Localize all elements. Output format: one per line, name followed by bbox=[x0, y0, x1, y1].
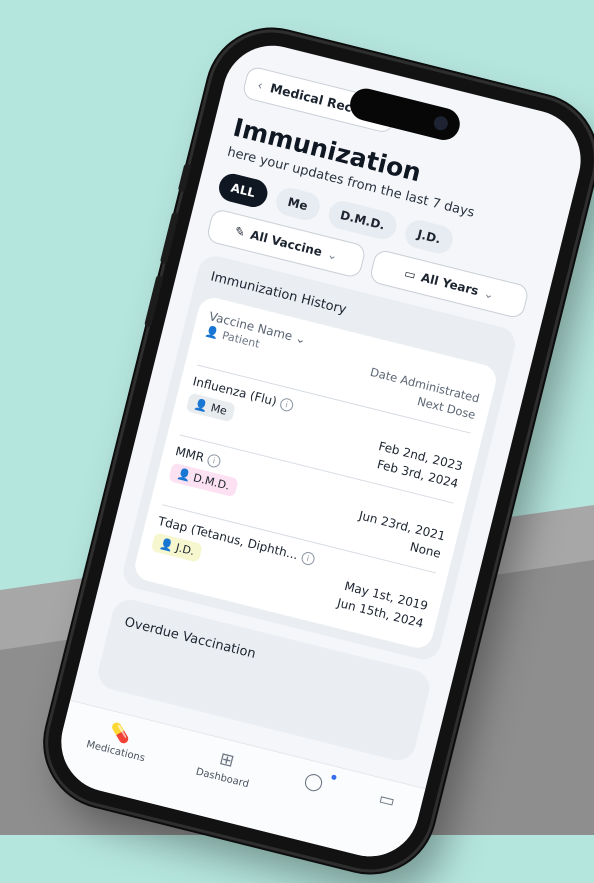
tab-chat[interactable]: ◯ bbox=[301, 770, 337, 798]
tab-medications[interactable]: 💊 Medications bbox=[85, 717, 151, 765]
person-icon: 👤 bbox=[175, 466, 193, 483]
person-icon: 👤 bbox=[193, 396, 210, 413]
tab-more[interactable]: ▭ bbox=[376, 789, 397, 815]
person-icon: 👤 bbox=[204, 324, 221, 341]
camera-icon bbox=[432, 114, 450, 132]
history-table: Vaccine Name ⌄ 👤 Patient Date Administra… bbox=[131, 294, 500, 652]
chip-all[interactable]: ALL bbox=[216, 170, 270, 210]
patient-name: D.M.D. bbox=[192, 470, 231, 493]
year-select-label: All Years bbox=[419, 270, 480, 299]
patient-name: J.D. bbox=[174, 540, 196, 559]
chevron-down-icon: ⌄ bbox=[294, 330, 308, 347]
info-icon[interactable]: i bbox=[206, 452, 222, 469]
tab-dashboard[interactable]: ⊞ Dashboard bbox=[195, 744, 256, 790]
chat-icon: ◯ bbox=[302, 770, 337, 795]
vaccine-name: MMR bbox=[174, 443, 206, 465]
chip-me[interactable]: Me bbox=[272, 185, 323, 223]
chevron-left-icon: ‹ bbox=[256, 77, 265, 93]
info-icon[interactable]: i bbox=[278, 396, 295, 413]
chip-dmd[interactable]: D.M.D. bbox=[325, 198, 400, 243]
immunization-history-card: Immunization History Vaccine Name ⌄ 👤 Pa… bbox=[119, 252, 519, 664]
patient-name: Me bbox=[209, 400, 229, 418]
patient-badge: 👤Me bbox=[185, 392, 236, 422]
chevron-down-icon: ⌄ bbox=[325, 246, 340, 263]
vaccine-select-label: All Vaccine bbox=[248, 227, 324, 260]
info-icon[interactable]: i bbox=[300, 550, 316, 567]
chevron-down-icon: ⌄ bbox=[482, 285, 496, 302]
calendar-icon: ▭ bbox=[402, 266, 418, 283]
more-icon: ▭ bbox=[376, 788, 398, 812]
chip-jd[interactable]: J.D. bbox=[402, 217, 456, 257]
patient-badge: 👤J.D. bbox=[150, 532, 204, 563]
person-icon: 👤 bbox=[158, 536, 175, 553]
syringe-icon: ✎ bbox=[233, 223, 247, 240]
notification-dot bbox=[330, 774, 337, 781]
